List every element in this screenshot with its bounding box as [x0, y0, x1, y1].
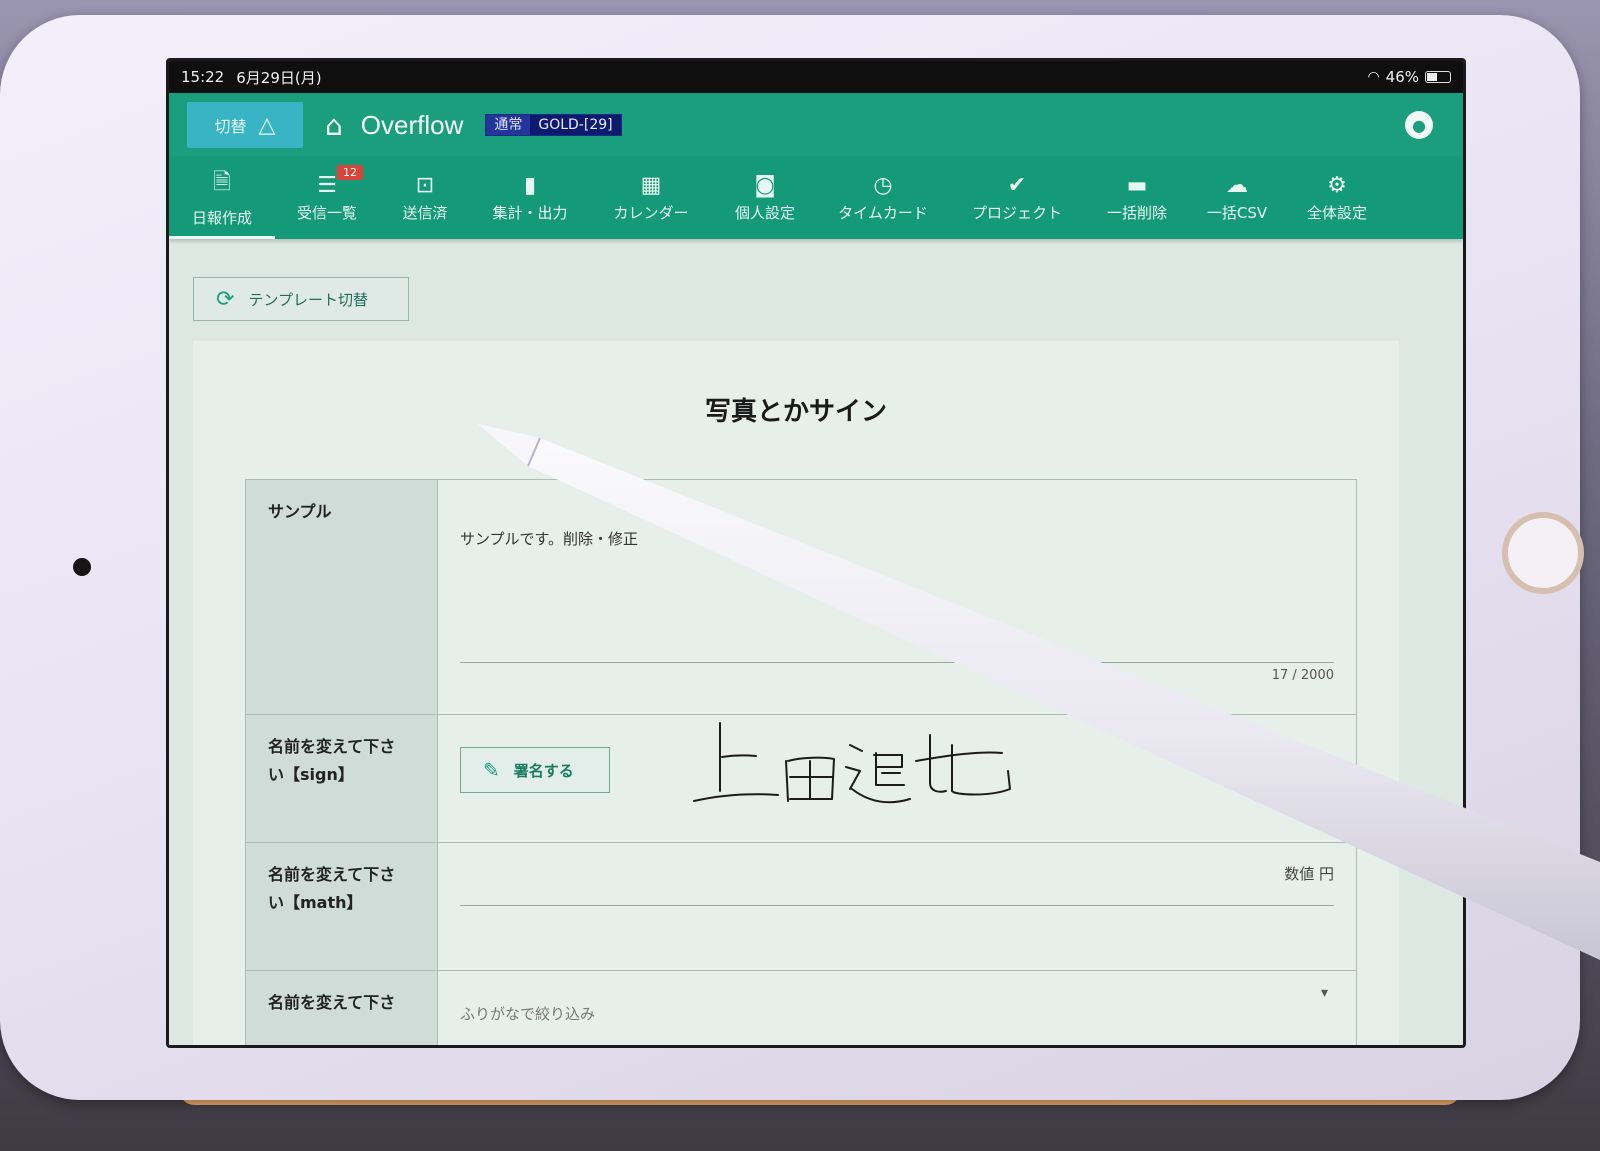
triangle-icon: △ [258, 112, 276, 138]
math-input[interactable]: 数値 円 [438, 843, 1356, 970]
tool-bulk-delete[interactable]: ▬ 一括削除 [1085, 157, 1189, 239]
gear-icon: ⚙ [1327, 173, 1347, 198]
sign-field: ✎ 署名する [438, 715, 1356, 842]
plan-type: 通常 [486, 115, 531, 135]
tool-personal-settings[interactable]: ◙ 個人設定 [713, 157, 817, 239]
field-label-sign: 名前を変えて下さ い【sign】 [246, 715, 438, 842]
toolbar: 🗎 日報作成 12 ☰ 受信一覧 ⊡ 送信済 ▮ 集計・出力 ▦ カレンダー ◙… [169, 157, 1463, 239]
tool-calendar[interactable]: ▦ カレンダー [589, 157, 713, 239]
person-card-icon: ◙ [754, 173, 776, 198]
account-icon[interactable]: ● [1405, 111, 1433, 139]
tool-label: 一括削除 [1106, 204, 1167, 222]
tool-inbox[interactable]: 12 ☰ 受信一覧 [275, 157, 379, 239]
app-title: Overflow [360, 109, 464, 140]
tool-label: 日報作成 [191, 209, 252, 227]
plan-badge: 通常 GOLD-[29] [485, 114, 622, 136]
sign-button-label: 署名する [513, 761, 574, 780]
tool-project[interactable]: ✔ プロジェクト [949, 157, 1085, 239]
template-switch-label: テンプレート切替 [248, 290, 368, 309]
tool-new-report[interactable]: 🗎 日報作成 [169, 157, 275, 239]
tool-sent[interactable]: ⊡ 送信済 [379, 157, 471, 239]
new-report-icon: 🗎 [213, 170, 231, 195]
tool-label: 受信一覧 [296, 204, 357, 222]
chevron-down-icon: ▾ [1320, 985, 1328, 1001]
app-header: 切替 △ ⌂ Overflow 通常 GOLD-[29] ● [169, 93, 1463, 157]
bar-chart-icon: ▮ [523, 173, 537, 198]
tool-label: 送信済 [402, 204, 448, 222]
app-screen: 15:22 6月29日(月) ◠ 46% 切替 △ ⌂ Overflow 通常 … [166, 58, 1466, 1048]
input-underline [460, 905, 1334, 906]
label-line: 名前を変えて下さ [268, 865, 396, 884]
battery-percent: 46% [1385, 68, 1419, 86]
label-line: い【math】 [268, 893, 363, 912]
handwritten-signature [693, 722, 1011, 804]
list-icon: ☰ [317, 173, 337, 198]
wifi-icon: ◠ [1367, 69, 1380, 85]
home-button[interactable] [1502, 512, 1584, 594]
label-line: 名前を変えて下さ [268, 737, 396, 756]
form-title: 写真とかサイン [704, 397, 887, 427]
battery-icon [1425, 71, 1451, 83]
sample-textarea[interactable]: サンプルです。削除・修正 17 / 2000 [438, 480, 1356, 714]
tool-aggregate[interactable]: ▮ 集計・出力 [471, 157, 589, 239]
tool-timecard[interactable]: ◷ タイムカード [817, 157, 949, 239]
form-table: サンプル サンプルです。削除・修正 17 / 2000 名前を変えて下さ い【s… [245, 479, 1357, 1045]
form-row-sign: 名前を変えて下さ い【sign】 ✎ 署名する [245, 715, 1357, 843]
switch-label: 切替 [214, 117, 247, 136]
char-counter: 17 / 2000 [1271, 668, 1334, 683]
camera [73, 558, 91, 576]
tool-label: 個人設定 [734, 204, 795, 222]
tool-label: タイムカード [838, 204, 928, 222]
textarea-underline [460, 662, 1334, 663]
sample-value: サンプルです。削除・修正 [460, 530, 639, 548]
tool-label: 一括CSV [1206, 204, 1268, 222]
tool-bulk-csv[interactable]: ☁ 一括CSV [1189, 157, 1285, 239]
field-label-sample: サンプル [246, 480, 438, 714]
form-row-furigana: 名前を変えて下さ ふりがなで絞り込み ▾ [245, 971, 1357, 1045]
check-icon: ✔ [1007, 173, 1027, 198]
tool-label: 集計・出力 [492, 204, 568, 222]
form-row-sample: サンプル サンプルです。削除・修正 17 / 2000 [245, 479, 1357, 715]
cloud-download-icon: ☁ [1226, 173, 1248, 198]
home-icon[interactable]: ⌂ [325, 109, 343, 142]
report-form: 写真とかサイン サンプル サンプルです。削除・修正 17 / 2000 名前を変… [193, 341, 1399, 1045]
unit-label: 数値 円 [1284, 865, 1334, 883]
tool-label: カレンダー [613, 204, 689, 222]
furigana-placeholder: ふりがなで絞り込み [460, 1005, 596, 1023]
outbox-icon: ⊡ [415, 173, 435, 198]
pencil-icon: ✎ [483, 758, 500, 782]
sign-button[interactable]: ✎ 署名する [460, 747, 610, 793]
tool-global-settings[interactable]: ⚙ 全体設定 [1285, 157, 1389, 239]
form-row-math: 名前を変えて下さ い【math】 数値 円 [245, 843, 1357, 971]
furigana-select[interactable]: ふりがなで絞り込み ▾ [438, 971, 1356, 1045]
plan-name: GOLD-[29] [530, 115, 621, 135]
trash-icon: ▬ [1126, 173, 1148, 198]
tool-label: 全体設定 [1306, 204, 1367, 222]
field-label-math: 名前を変えて下さ い【math】 [246, 843, 438, 970]
status-date: 6月29日(月) [236, 68, 322, 87]
field-label-furigana: 名前を変えて下さ [246, 971, 438, 1045]
switch-button[interactable]: 切替 △ [187, 102, 303, 148]
calendar-icon: ▦ [640, 173, 662, 198]
template-switch-button[interactable]: ⟳ テンプレート切替 [193, 277, 409, 321]
status-bar: 15:22 6月29日(月) ◠ 46% [169, 61, 1463, 93]
unread-badge: 12 [337, 165, 363, 180]
label-line: い【sign】 [268, 765, 354, 784]
timer-icon: ◷ [873, 173, 893, 198]
status-time: 15:22 [181, 68, 225, 86]
refresh-icon: ⟳ [216, 286, 235, 312]
label-line: 名前を変えて下さ [268, 993, 396, 1012]
tool-label: プロジェクト [971, 204, 1062, 222]
